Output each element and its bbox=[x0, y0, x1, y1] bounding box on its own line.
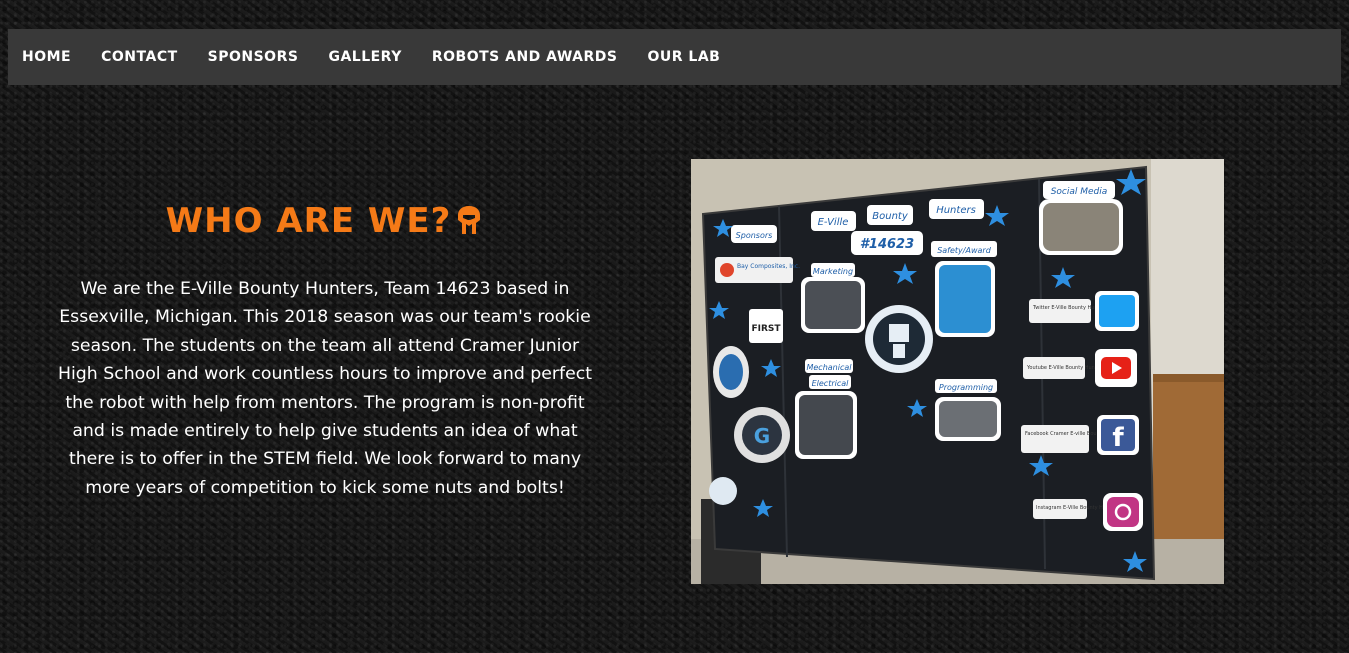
team-board-photo: E-Ville Bounty Hunters #14623 Sponsors B… bbox=[691, 159, 1224, 584]
nav-gallery[interactable]: GALLERY bbox=[328, 49, 401, 65]
nav-our-lab[interactable]: OUR LAB bbox=[648, 49, 721, 65]
nav-contact[interactable]: CONTACT bbox=[101, 49, 178, 65]
about-description: We are the E-Ville Bounty Hunters, Team … bbox=[58, 279, 592, 498]
badge-letter: G bbox=[754, 424, 770, 448]
svg-text:f: f bbox=[1112, 423, 1124, 453]
safety-label: Safety/Award bbox=[937, 246, 991, 255]
team-board-photo-drawing: E-Ville Bounty Hunters #14623 Sponsors B… bbox=[691, 159, 1224, 584]
nav-robots-and-awards[interactable]: ROBOTS AND AWARDS bbox=[432, 49, 618, 65]
sponsor-name: Bay Composites, Inc. bbox=[737, 263, 800, 270]
electrical-label: Electrical bbox=[812, 379, 850, 388]
main-navbar: HOME CONTACT SPONSORS GALLERY ROBOTS AND… bbox=[8, 29, 1341, 85]
programming-label: Programming bbox=[939, 383, 993, 392]
board-title-1: E-Ville bbox=[818, 217, 849, 228]
about-section: WHO ARE WE? We are the E-Ville Bounty Hu… bbox=[55, 195, 595, 520]
nav-sponsors[interactable]: SPONSORS bbox=[208, 49, 299, 65]
about-heading: WHO ARE WE? bbox=[55, 195, 595, 247]
social-label: Social Media bbox=[1051, 187, 1108, 197]
youtube-text: Youtube E-Ville Bounty Hunters bbox=[1026, 365, 1105, 371]
about-heading-text: WHO ARE WE? bbox=[165, 201, 452, 241]
board-title-3: Hunters bbox=[936, 205, 976, 216]
board-title-2: Bounty bbox=[872, 211, 909, 222]
first-logo: FIRST bbox=[751, 324, 781, 334]
marketing-label: Marketing bbox=[813, 267, 853, 276]
board-team-number: #14623 bbox=[860, 237, 914, 252]
mandalorian-emblem-icon bbox=[458, 206, 481, 234]
sponsors-label: Sponsors bbox=[736, 231, 773, 240]
nav-home[interactable]: HOME bbox=[22, 49, 71, 65]
mechanical-label: Mechanical bbox=[806, 363, 852, 372]
